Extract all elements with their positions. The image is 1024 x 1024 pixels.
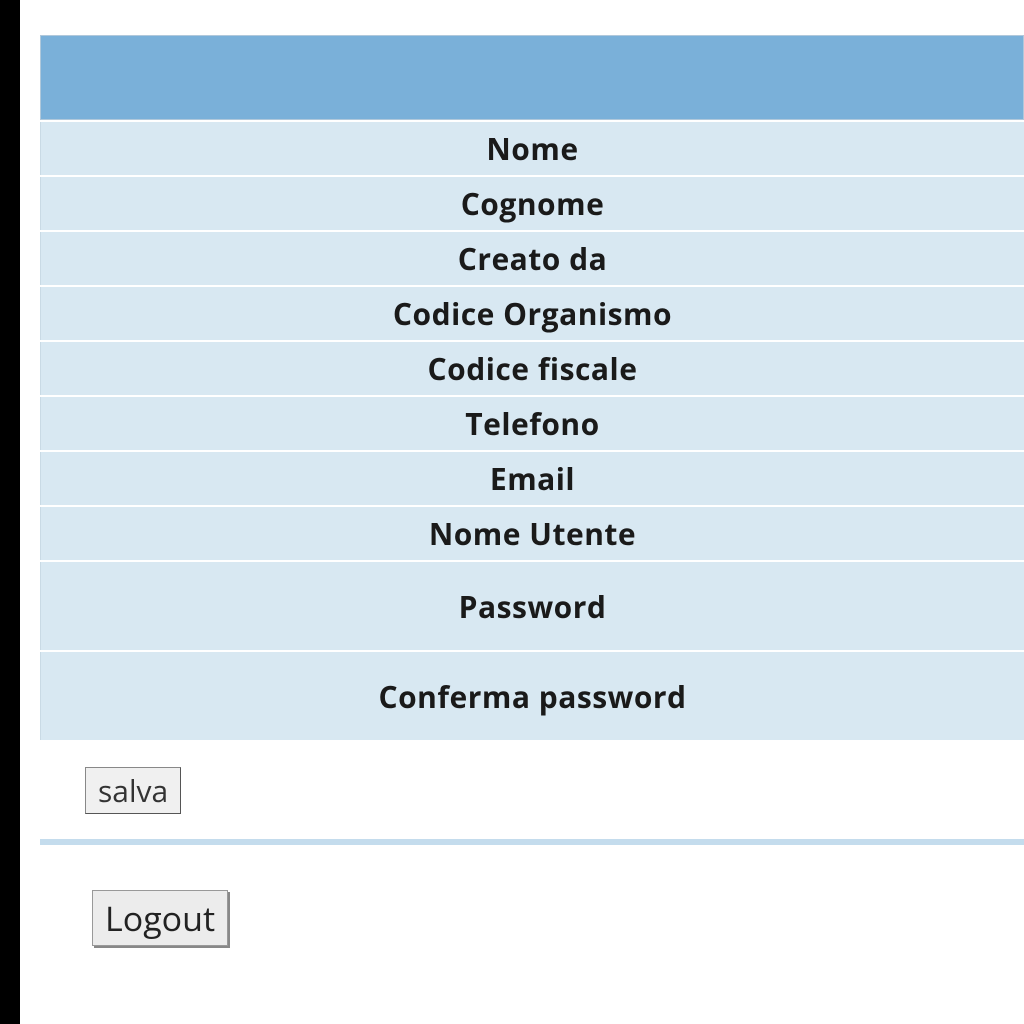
field-label-nome: Nome xyxy=(41,121,1024,176)
table-row: Conferma password xyxy=(41,651,1024,741)
field-label-telefono: Telefono xyxy=(41,396,1024,451)
form-fields-table: Nome Cognome Creato da Codice Organismo … xyxy=(40,120,1024,742)
field-label-password: Password xyxy=(41,561,1024,651)
field-label-codice-organismo: Codice Organismo xyxy=(41,286,1024,341)
table-row: Email xyxy=(41,451,1024,506)
field-label-codice-fiscale: Codice fiscale xyxy=(41,341,1024,396)
field-label-creato-da: Creato da xyxy=(41,231,1024,286)
header-bar xyxy=(40,35,1024,120)
field-label-email: Email xyxy=(41,451,1024,506)
field-label-conferma-password: Conferma password xyxy=(41,651,1024,741)
table-row: Telefono xyxy=(41,396,1024,451)
save-button[interactable]: salva xyxy=(85,767,181,814)
table-row: Nome Utente xyxy=(41,506,1024,561)
logout-button[interactable]: Logout xyxy=(92,890,228,946)
table-row: Codice fiscale xyxy=(41,341,1024,396)
field-label-cognome: Cognome xyxy=(41,176,1024,231)
save-button-row: salva xyxy=(40,742,1024,839)
table-row: Nome xyxy=(41,121,1024,176)
table-row: Codice Organismo xyxy=(41,286,1024,341)
table-row: Creato da xyxy=(41,231,1024,286)
table-row: Password xyxy=(41,561,1024,651)
field-label-nome-utente: Nome Utente xyxy=(41,506,1024,561)
logout-row: Logout xyxy=(40,845,1024,946)
page-container: Nome Cognome Creato da Codice Organismo … xyxy=(20,0,1024,1024)
table-row: Cognome xyxy=(41,176,1024,231)
